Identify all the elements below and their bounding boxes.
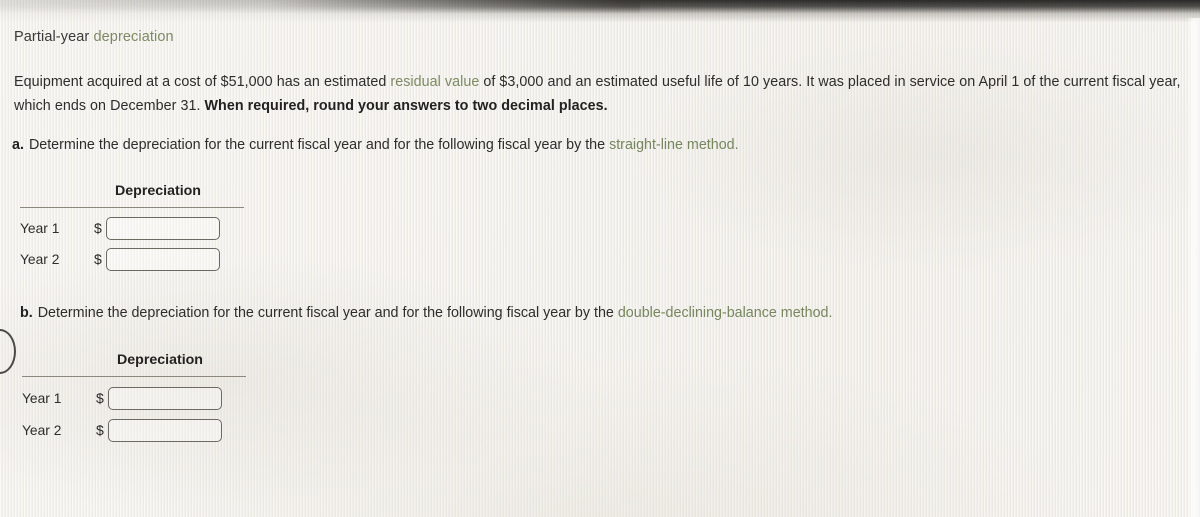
part-b-text: Determine the depreciation for the curre… [37, 305, 618, 321]
page-title: Partial-year depreciation [14, 29, 174, 45]
table-a-row-1-label: Year 1 [20, 221, 60, 236]
page-top-shadow-taper [0, 0, 640, 14]
table-b-header-rule [22, 376, 246, 377]
problem-statement-part1: Equipment acquired at a cost of $51,000 … [14, 74, 391, 90]
part-b-method-accent: double-declining-balance method. [617, 305, 833, 321]
table-b-row-2-currency-symbol: $ [96, 422, 104, 438]
table-b-row-2-depreciation-input[interactable] [108, 419, 222, 442]
table-a-header-rule [20, 207, 244, 208]
part-a-method-accent: straight-line method. [609, 137, 739, 153]
table-a-column-header: Depreciation [115, 183, 201, 199]
table-a-row-2-currency-symbol: $ [94, 251, 102, 267]
question-part-a: a. Determine the depreciation for the cur… [12, 135, 739, 155]
table-a-row-2-label: Year 2 [20, 252, 60, 267]
page-title-accent: depreciation [93, 29, 174, 45]
part-a-letter: a. [12, 137, 24, 153]
table-a-row-2-depreciation-input[interactable] [106, 248, 220, 271]
page-top-shadow-band [0, 0, 1200, 22]
binder-ring-arc-mark [0, 329, 16, 374]
problem-statement-residual-value-term: residual value [390, 74, 480, 90]
table-b-row-1-currency-symbol: $ [96, 390, 104, 406]
part-a-text: Determine the depreciation for the curre… [28, 137, 610, 153]
table-b-row-1-depreciation-input[interactable] [108, 387, 222, 410]
scanned-worksheet-page: Partial-year depreciation Equipment acqu… [0, 0, 1200, 517]
problem-statement-rounding-instruction: When required, round your answers to two… [204, 98, 608, 114]
table-a-row-1-depreciation-input[interactable] [106, 217, 220, 240]
part-b-letter: b. [20, 305, 33, 321]
problem-statement: Equipment acquired at a cost of $51,000 … [14, 70, 1190, 118]
table-b-column-header: Depreciation [117, 352, 203, 368]
question-part-b: b. Determine the depreciation for the cur… [20, 303, 832, 323]
table-b-row-1-label: Year 1 [22, 391, 62, 406]
table-a-row-1-currency-symbol: $ [94, 220, 102, 236]
page-title-plain: Partial-year [14, 29, 94, 45]
table-b-row-2-label: Year 2 [22, 423, 62, 438]
